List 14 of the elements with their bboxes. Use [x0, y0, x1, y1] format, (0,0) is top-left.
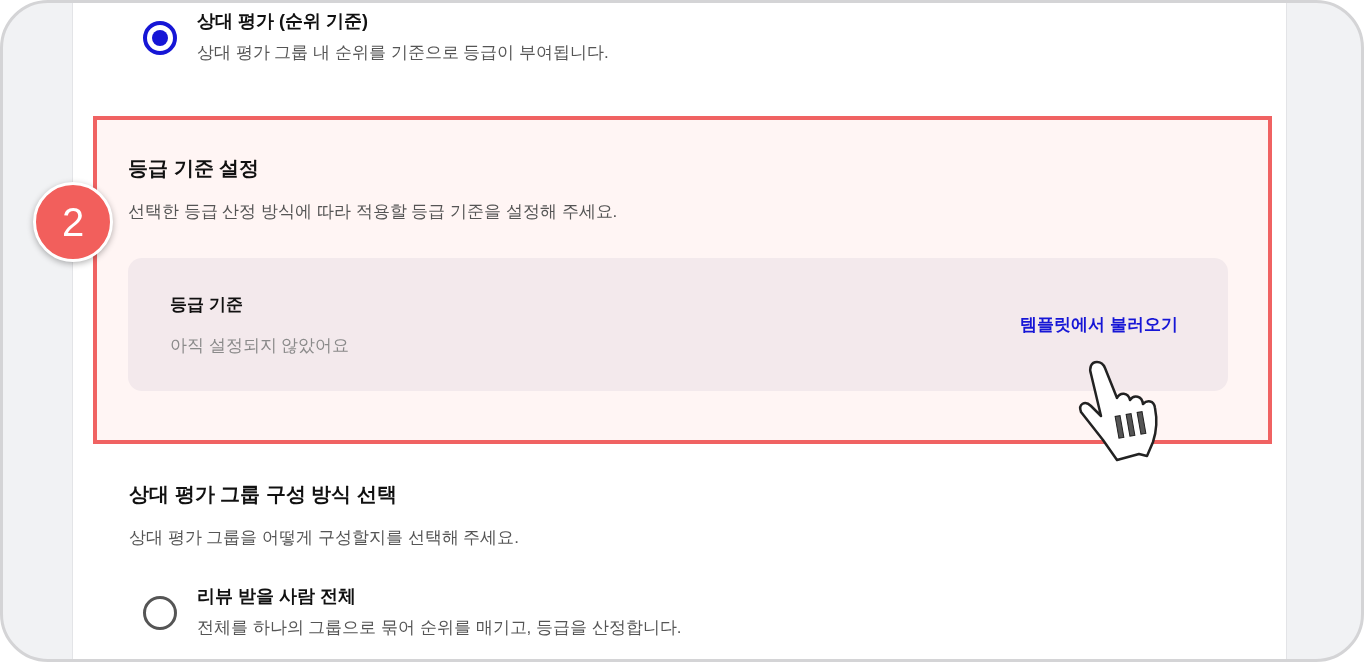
section-description: 선택한 등급 산정 방식에 따라 적용할 등급 기준을 설정해 주세요.: [128, 201, 619, 223]
radio-button[interactable]: [143, 21, 177, 55]
option-description: 전체를 하나의 그룹으로 묶어 순위를 매기고, 등급을 산정합니다.: [197, 617, 682, 639]
option-description: 상대 평가 그룹 내 순위를 기준으로 등급이 부여됩니다.: [197, 42, 609, 64]
option-title: 리뷰 받을 사람 전체: [197, 585, 357, 608]
template-link[interactable]: 템플릿에서 불러오기: [1020, 313, 1178, 336]
card-status: 아직 설정되지 않았어요: [170, 334, 350, 357]
option-title: 상대 평가 (순위 기준): [197, 10, 369, 33]
step-badge: 2: [33, 182, 113, 262]
section-title: 등급 기준 설정: [128, 156, 261, 181]
card-label: 등급 기준: [170, 293, 244, 316]
radio-button[interactable]: [143, 596, 177, 630]
section-title: 상대 평가 그룹 구성 방식 선택: [129, 482, 398, 507]
section-description: 상대 평가 그룹을 어떻게 구성할지를 선택해 주세요.: [129, 527, 521, 549]
